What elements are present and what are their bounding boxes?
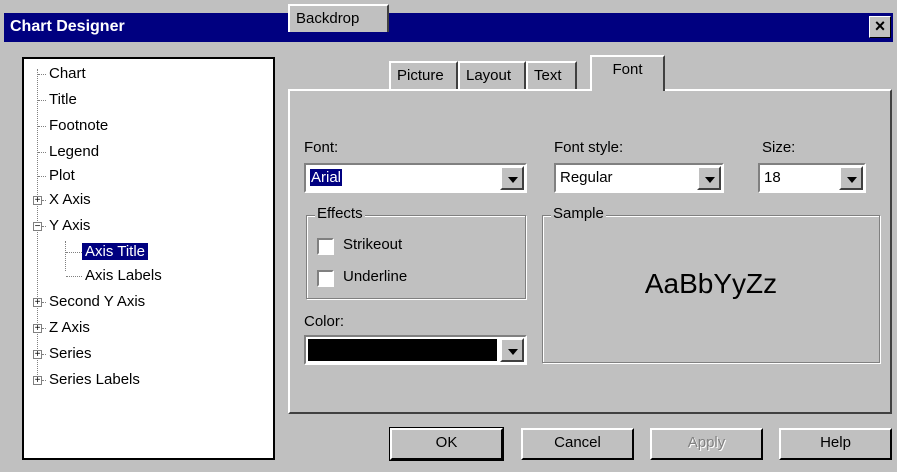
tab-font[interactable]: Font [590, 55, 665, 91]
font-style-combo[interactable]: Regular [554, 163, 724, 193]
tree-item-plot[interactable]: Plot [38, 165, 78, 187]
expand-icon[interactable]: + [33, 350, 42, 360]
tab-picture[interactable]: Picture [389, 61, 458, 89]
apply-button[interactable]: Apply [650, 428, 763, 460]
tree-item-y-axis[interactable]: − Y Axis [32, 215, 93, 237]
dropdown-arrow-icon[interactable] [500, 166, 524, 190]
sample-text: AaBbYyZz [644, 268, 778, 299]
chart-element-tree[interactable]: Chart Title Footnote Legend Plot + X Axi… [22, 57, 275, 460]
chart-designer-dialog: Chart Designer × Chart Title Footnote Le… [0, 0, 897, 472]
tree-item-label: Y Axis [49, 217, 91, 234]
ok-button[interactable]: OK [389, 427, 504, 461]
tree-item-footnote[interactable]: Footnote [38, 115, 111, 137]
tab-label: Picture [397, 67, 444, 84]
tree-item-label: Second Y Axis [49, 293, 146, 310]
font-style-label: Font style: [554, 139, 624, 156]
sample-group: Sample AaBbYyZz [542, 205, 880, 363]
tree-item-label: Series [49, 345, 92, 362]
color-combo[interactable] [304, 335, 527, 365]
size-value: 18 [764, 169, 781, 186]
expand-icon[interactable]: + [33, 324, 42, 334]
tree-item-label: Legend [49, 143, 100, 160]
tab-label: Layout [466, 67, 512, 84]
size-combo[interactable]: 18 [758, 163, 866, 193]
expand-icon[interactable]: + [33, 196, 42, 206]
title-bar[interactable]: Chart Designer × [4, 13, 893, 42]
collapse-icon[interactable]: − [33, 222, 42, 232]
close-button[interactable]: × [869, 16, 891, 38]
tab-label: Font [612, 61, 643, 78]
underline-label: Underline [343, 268, 408, 285]
tree-item-label: Series Labels [49, 371, 140, 388]
size-label: Size: [762, 139, 796, 156]
color-swatch [308, 339, 497, 361]
font-combo[interactable]: Arial [304, 163, 527, 193]
help-button[interactable]: Help [779, 428, 892, 460]
tree-item-series-labels[interactable]: + Series Labels [32, 369, 143, 391]
tab-layout[interactable]: Layout [458, 61, 526, 89]
tree-item-label: Footnote [49, 117, 109, 134]
cancel-button[interactable]: Cancel [521, 428, 634, 460]
tree-item-title[interactable]: Title [38, 89, 80, 111]
window-title: Chart Designer [10, 18, 125, 35]
close-icon: × [874, 16, 886, 36]
tree-item-second-y-axis[interactable]: + Second Y Axis [32, 291, 148, 313]
tab-label: Text [534, 67, 562, 84]
tab-backdrop[interactable]: Backdrop [288, 4, 389, 32]
tree-item-series[interactable]: + Series [32, 343, 95, 365]
expand-icon[interactable]: + [33, 376, 42, 386]
tree-item-axis-title[interactable]: Axis Title [66, 241, 149, 263]
tab-text[interactable]: Text [526, 61, 577, 89]
tree-item-label: Axis Labels [85, 267, 162, 284]
tree-item-chart[interactable]: Chart [38, 63, 89, 85]
strikeout-label: Strikeout [343, 236, 403, 253]
tree-item-label: Plot [49, 167, 75, 184]
tree-item-label: Z Axis [49, 319, 90, 336]
color-label: Color: [304, 313, 345, 330]
tab-label: Backdrop [296, 10, 360, 27]
dropdown-arrow-icon[interactable] [697, 166, 721, 190]
dropdown-arrow-icon[interactable] [839, 166, 863, 190]
font-value: Arial [310, 169, 343, 186]
tree-item-x-axis[interactable]: + X Axis [32, 189, 94, 211]
effects-label: Effects [315, 205, 365, 222]
dropdown-arrow-icon[interactable] [500, 338, 524, 362]
sample-label: Sample [551, 205, 606, 222]
tree-item-axis-labels[interactable]: Axis Labels [66, 265, 165, 287]
tree-item-label: Axis Title [82, 243, 149, 260]
tree-item-label: X Axis [49, 191, 91, 208]
effects-group: Effects Strikeout Underline [306, 205, 526, 299]
tree-item-label: Title [49, 91, 77, 108]
font-style-value: Regular [560, 169, 613, 186]
font-label: Font: [304, 139, 339, 156]
tree-item-legend[interactable]: Legend [38, 141, 102, 163]
tree-item-label: Chart [49, 65, 86, 82]
expand-icon[interactable]: + [33, 298, 42, 308]
tree-item-z-axis[interactable]: + Z Axis [32, 317, 93, 339]
strikeout-checkbox[interactable] [317, 238, 334, 255]
underline-checkbox[interactable] [317, 270, 334, 287]
font-tab-panel: Font: Arial Font style: Regular Size: 18… [288, 89, 892, 414]
